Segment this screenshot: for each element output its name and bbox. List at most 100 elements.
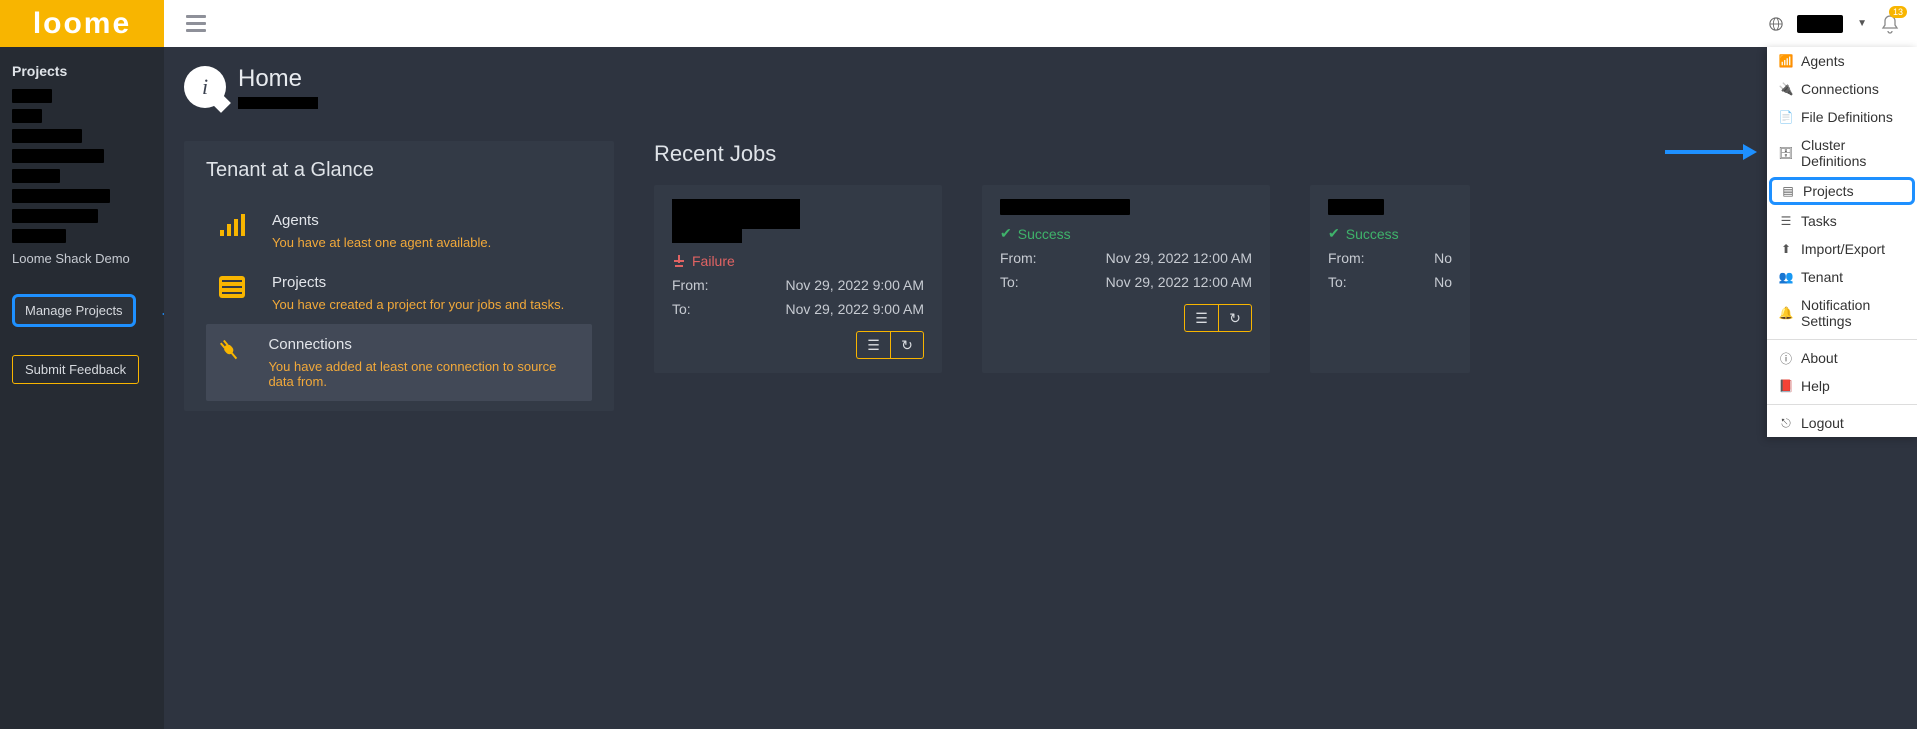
signal-bars-icon bbox=[214, 212, 250, 236]
to-label: To: bbox=[1000, 274, 1019, 290]
sidebar-project-redacted[interactable] bbox=[12, 229, 66, 243]
menu-divider bbox=[1767, 339, 1917, 340]
from-label: From: bbox=[1000, 250, 1037, 266]
page-header: i Home bbox=[184, 65, 1889, 109]
book-icon: 📕 bbox=[1779, 379, 1793, 393]
glance-title: Connections bbox=[268, 336, 584, 353]
check-icon: ✔ bbox=[1000, 225, 1012, 242]
submit-feedback-button[interactable]: Submit Feedback bbox=[12, 355, 139, 384]
menu-divider bbox=[1767, 404, 1917, 405]
menu-item-help[interactable]: 📕 Help bbox=[1767, 372, 1917, 400]
main-content: i Home Tenant at a Glance Agents You hav… bbox=[164, 47, 1917, 729]
menu-label: Tasks bbox=[1801, 213, 1837, 229]
job-status-text: Failure bbox=[692, 253, 735, 269]
menu-item-logout[interactable]: ⎋Logout bbox=[1767, 409, 1917, 437]
file-icon: 📄 bbox=[1779, 110, 1793, 124]
signal-bars-icon: 📶 bbox=[1779, 54, 1793, 68]
from-label: From: bbox=[672, 277, 709, 293]
page-title: Home bbox=[238, 65, 318, 93]
glance-row-projects[interactable]: Projects You have created a project for … bbox=[206, 262, 592, 324]
menu-item-projects[interactable]: ▤ Projects bbox=[1769, 177, 1915, 205]
info-icon: ⓘ bbox=[1779, 351, 1793, 365]
upload-icon: ⬆ bbox=[1779, 242, 1793, 256]
menu-item-file-definitions[interactable]: 📄 File Definitions bbox=[1767, 103, 1917, 131]
menu-label: Tenant bbox=[1801, 269, 1843, 285]
job-title-redacted bbox=[672, 227, 742, 243]
menu-item-tasks[interactable]: ☰Tasks bbox=[1767, 207, 1917, 235]
menu-label: Projects bbox=[1803, 183, 1854, 199]
sidebar: Projects Loome Shack Demo Manage Project… bbox=[0, 47, 164, 729]
menu-item-connections[interactable]: 🔌 Connections bbox=[1767, 75, 1917, 103]
menu-item-agents[interactable]: 📶Agents bbox=[1767, 47, 1917, 75]
sidebar-section-title: Projects bbox=[12, 63, 152, 79]
glance-heading: Tenant at a Glance bbox=[206, 159, 592, 182]
sidebar-project-redacted[interactable] bbox=[12, 149, 104, 163]
glance-title: Agents bbox=[272, 212, 491, 229]
glance-desc: You have created a project for your jobs… bbox=[272, 297, 564, 312]
job-title-redacted bbox=[1000, 199, 1130, 215]
job-details-button[interactable]: ☰ bbox=[1184, 304, 1218, 332]
chevron-down-icon[interactable]: ▼ bbox=[1857, 18, 1867, 29]
from-label: From: bbox=[1328, 250, 1365, 266]
glance-title: Projects bbox=[272, 274, 564, 291]
notification-bell-icon[interactable]: 13 bbox=[1881, 14, 1899, 34]
glance-row-connections[interactable]: Connections You have added at least one … bbox=[206, 324, 592, 401]
job-status-text: Success bbox=[1018, 226, 1071, 242]
job-details-button[interactable]: ☰ bbox=[856, 331, 890, 359]
sidebar-project-redacted[interactable] bbox=[12, 209, 98, 223]
plug-icon: 🔌 bbox=[1779, 82, 1793, 96]
page-subtitle-redacted bbox=[238, 97, 318, 109]
from-value: Nov 29, 2022 12:00 AM bbox=[1106, 250, 1252, 266]
job-card: ✔ Success From: Nov 29, 2022 12:00 AM To:… bbox=[982, 185, 1270, 373]
annotation-arrow-right bbox=[1665, 144, 1757, 160]
to-label: To: bbox=[672, 301, 691, 317]
user-dropdown-menu: 📶Agents 🔌 Connections 📄 File Definitions 🗄… bbox=[1767, 47, 1917, 437]
job-title-redacted bbox=[672, 199, 800, 229]
sidebar-project-loome-shack-demo[interactable]: Loome Shack Demo bbox=[12, 249, 152, 268]
to-label: To: bbox=[1328, 274, 1347, 290]
manage-projects-button[interactable]: Manage Projects bbox=[12, 294, 136, 327]
job-title-redacted bbox=[1328, 199, 1384, 215]
job-rerun-button[interactable]: ↻ bbox=[890, 331, 924, 359]
cluster-icon: 🗄 bbox=[1779, 146, 1793, 160]
menu-item-cluster-definitions[interactable]: 🗄Cluster Definitions bbox=[1767, 131, 1917, 175]
globe-icon bbox=[1769, 17, 1783, 31]
job-status-text: Success bbox=[1346, 226, 1399, 242]
users-icon: 👥 bbox=[1779, 270, 1793, 284]
menu-label: About bbox=[1801, 350, 1838, 366]
sidebar-project-redacted[interactable] bbox=[12, 89, 52, 103]
sidebar-project-redacted[interactable] bbox=[12, 129, 82, 143]
job-status: Failure bbox=[672, 253, 924, 269]
user-name-redacted bbox=[1797, 15, 1843, 33]
from-value: No bbox=[1434, 250, 1452, 266]
list-icon: ▤ bbox=[1781, 184, 1795, 198]
glance-desc: You have at least one agent available. bbox=[272, 235, 491, 250]
menu-label: Connections bbox=[1801, 81, 1879, 97]
job-card: Failure From:Nov 29, 2022 9:00 AM To:Nov… bbox=[654, 185, 942, 373]
menu-toggle-icon[interactable] bbox=[186, 15, 206, 32]
to-value: Nov 29, 2022 9:00 AM bbox=[785, 301, 924, 317]
job-card: ✔ Success From: No To: No bbox=[1310, 185, 1470, 373]
to-value: No bbox=[1434, 274, 1452, 290]
menu-item-about[interactable]: ⓘ About bbox=[1767, 344, 1917, 372]
menu-label: Import/Export bbox=[1801, 241, 1885, 257]
notification-count-badge: 13 bbox=[1889, 6, 1907, 18]
menu-label: Notification Settings bbox=[1801, 297, 1905, 329]
bell-icon: 🔔 bbox=[1779, 306, 1793, 320]
glance-row-agents[interactable]: Agents You have at least one agent avail… bbox=[206, 200, 592, 262]
sidebar-project-redacted[interactable] bbox=[12, 189, 110, 203]
logo[interactable]: loome bbox=[0, 0, 164, 47]
topbar: loome ▼ 13 bbox=[0, 0, 1917, 47]
sidebar-project-redacted[interactable] bbox=[12, 169, 60, 183]
recent-jobs-panel: Recent Jobs Failure From:Nov 29, 2022 9:… bbox=[654, 141, 1889, 373]
menu-item-tenant[interactable]: 👥 Tenant bbox=[1767, 263, 1917, 291]
menu-label: File Definitions bbox=[1801, 109, 1893, 125]
menu-label: Help bbox=[1801, 378, 1830, 394]
job-status: ✔ Success bbox=[1328, 225, 1452, 242]
glance-desc: You have added at least one connection t… bbox=[268, 359, 584, 389]
sidebar-project-redacted[interactable] bbox=[12, 109, 42, 123]
tenant-glance-panel: Tenant at a Glance Agents You have at le… bbox=[184, 141, 614, 411]
job-rerun-button[interactable]: ↻ bbox=[1218, 304, 1252, 332]
menu-item-import-export[interactable]: ⬆ Import/Export bbox=[1767, 235, 1917, 263]
menu-item-notification-settings[interactable]: 🔔 Notification Settings bbox=[1767, 291, 1917, 335]
